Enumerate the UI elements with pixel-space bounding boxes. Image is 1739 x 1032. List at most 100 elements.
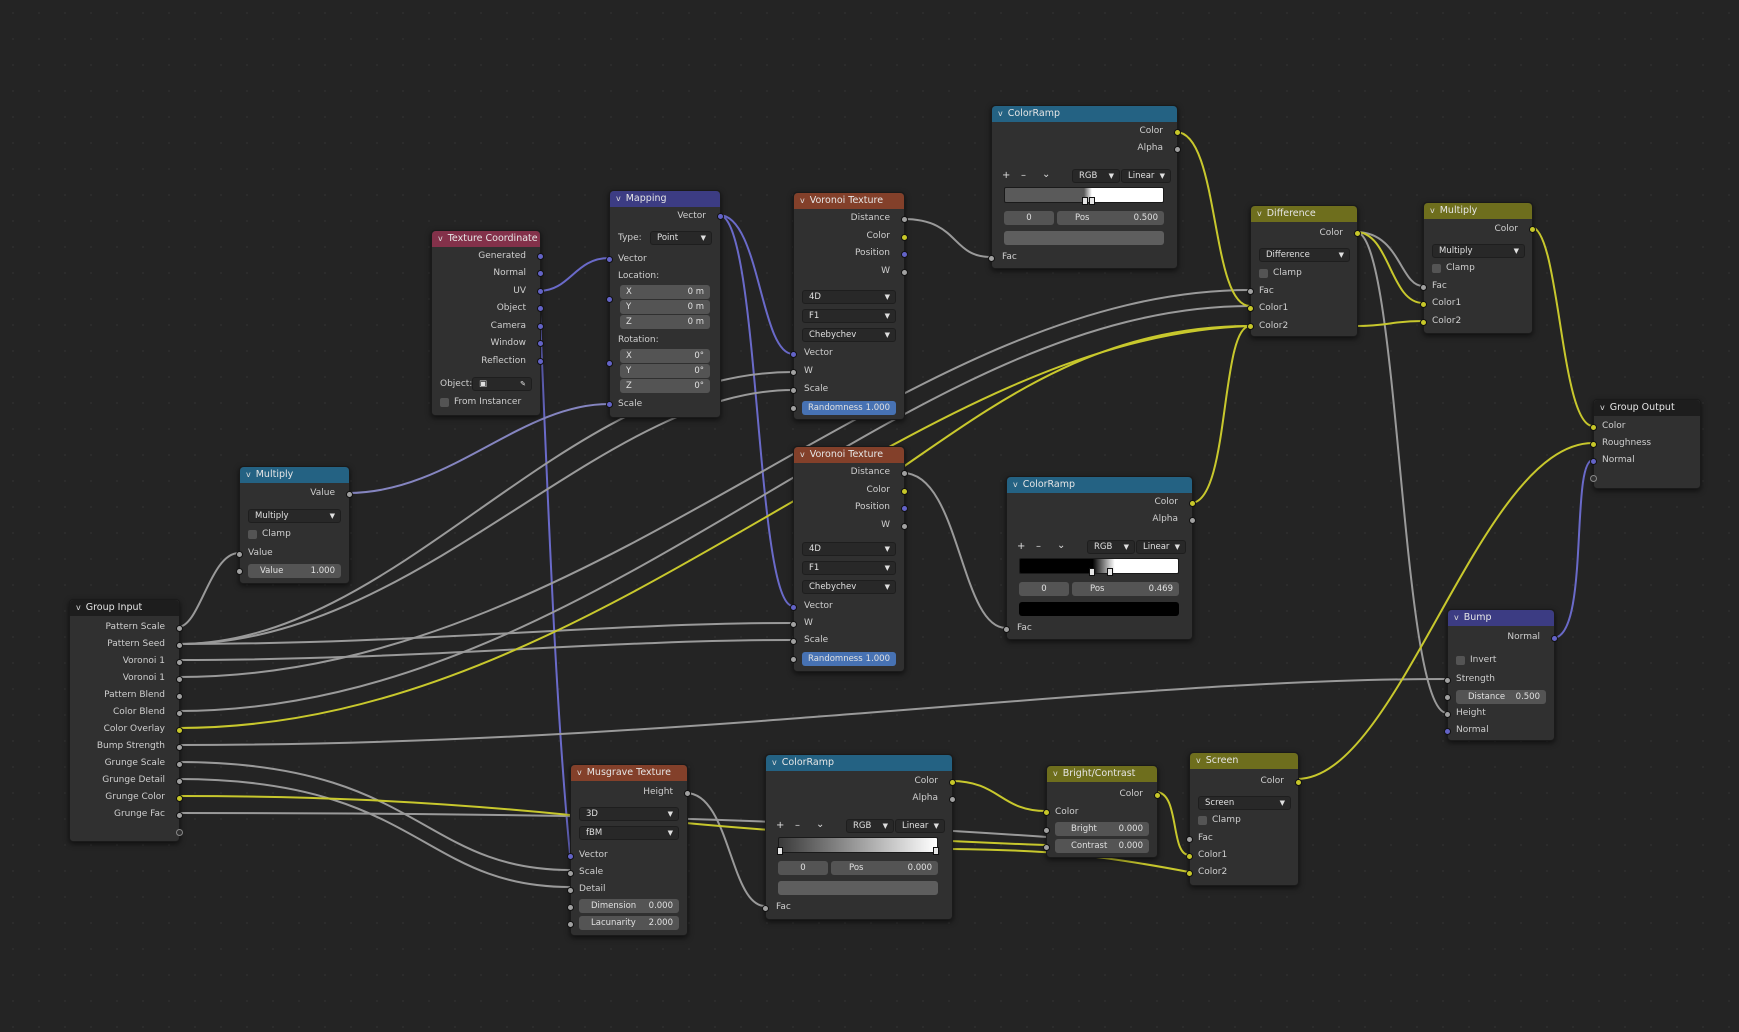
socket[interactable]: [537, 305, 544, 312]
socket[interactable]: [1247, 305, 1254, 312]
socket[interactable]: [1590, 424, 1597, 431]
remove-stop-icon[interactable]: –: [795, 820, 800, 831]
socket[interactable]: [567, 853, 574, 860]
interpolation-dropdown[interactable]: Linear ▼: [895, 819, 945, 833]
socket[interactable]: [567, 921, 574, 928]
socket[interactable]: [176, 795, 183, 802]
metric-dropdown[interactable]: Chebychev ▼: [802, 580, 896, 594]
socket[interactable]: [790, 638, 797, 645]
dimensions-dropdown[interactable]: 3D ▼: [579, 807, 679, 821]
socket[interactable]: [901, 470, 908, 477]
chevron-down-icon[interactable]: v: [1454, 613, 1459, 622]
socket[interactable]: [1295, 779, 1302, 786]
node-header[interactable]: v Mapping: [610, 191, 720, 207]
node-header[interactable]: v Voronoi Texture: [794, 447, 904, 463]
add-stop-icon[interactable]: +: [1002, 170, 1010, 181]
stop-color-swatch[interactable]: [1004, 231, 1164, 245]
node-header[interactable]: v Multiply: [1424, 203, 1532, 219]
node-multiply-mix[interactable]: v Multiply Color Multiply ▼ Clamp Fac Colo…: [1420, 202, 1536, 334]
socket[interactable]: [1444, 711, 1451, 718]
node-header[interactable]: v Multiply: [240, 467, 349, 483]
clamp-checkbox[interactable]: [1259, 269, 1268, 278]
socket[interactable]: [567, 904, 574, 911]
ramp-stop[interactable]: [1082, 197, 1088, 205]
socket[interactable]: [567, 887, 574, 894]
socket[interactable]: [1529, 226, 1536, 233]
socket[interactable]: [176, 642, 183, 649]
socket[interactable]: [1444, 677, 1451, 684]
node-musgrave-texture[interactable]: v Musgrave Texture Height 3D ▼ fBM ▼ Vector…: [567, 764, 691, 936]
empty-socket[interactable]: [1590, 475, 1597, 482]
interpolation-dropdown[interactable]: Linear ▼: [1121, 169, 1171, 183]
from-instancer-checkbox[interactable]: [440, 398, 449, 407]
contrast-field[interactable]: Contrast 0.000: [1055, 839, 1149, 853]
blend-mode-dropdown[interactable]: Screen ▼: [1198, 796, 1291, 810]
ramp-stop[interactable]: [1107, 568, 1113, 576]
socket[interactable]: [790, 656, 797, 663]
node-voronoi-texture-2[interactable]: v Voronoi Texture Distance Color Position…: [790, 446, 908, 672]
chevron-down-icon[interactable]: v: [616, 194, 621, 203]
feature-dropdown[interactable]: F1 ▼: [802, 309, 896, 323]
socket[interactable]: [606, 296, 613, 303]
socket[interactable]: [346, 491, 353, 498]
node-header[interactable]: v Voronoi Texture: [794, 193, 904, 209]
socket[interactable]: [901, 269, 908, 276]
rotation-x[interactable]: X 0°: [620, 349, 710, 363]
chevron-down-icon[interactable]: ⌄: [1042, 169, 1050, 180]
node-header[interactable]: v Musgrave Texture: [571, 765, 687, 781]
socket[interactable]: [790, 405, 797, 412]
socket[interactable]: [176, 625, 183, 632]
node-colorramp-top[interactable]: v ColorRamp Color Alpha + – ⌄ RGB ▼ Linear…: [988, 105, 1181, 269]
location-y[interactable]: Y 0 m: [620, 300, 710, 314]
socket[interactable]: [1590, 458, 1597, 465]
node-texture-coordinate[interactable]: v Texture Coordinate Generated Normal UV …: [431, 230, 544, 416]
color-mode-dropdown[interactable]: RGB ▼: [1087, 540, 1135, 554]
remove-stop-icon[interactable]: –: [1021, 170, 1026, 181]
rotation-z[interactable]: Z 0°: [620, 379, 710, 393]
node-screen[interactable]: v Screen Color Screen ▼ Clamp Fac Color1 C…: [1186, 752, 1302, 886]
randomness-field[interactable]: Randomness 1.000: [802, 401, 896, 415]
socket[interactable]: [176, 778, 183, 785]
ramp-stop[interactable]: [933, 847, 939, 855]
node-header[interactable]: v ColorRamp: [1007, 477, 1192, 493]
value-field[interactable]: Value 1.000: [248, 564, 341, 578]
socket[interactable]: [1043, 827, 1050, 834]
stop-index[interactable]: 0: [778, 861, 828, 875]
socket[interactable]: [901, 523, 908, 530]
color-mode-dropdown[interactable]: RGB ▼: [846, 819, 894, 833]
socket[interactable]: [1354, 230, 1361, 237]
node-header[interactable]: v Group Output: [1594, 400, 1700, 416]
blend-mode-dropdown[interactable]: Difference ▼: [1259, 248, 1350, 262]
color-ramp-gradient[interactable]: [1019, 558, 1179, 574]
socket[interactable]: [1590, 441, 1597, 448]
stop-index[interactable]: 0: [1004, 211, 1054, 225]
socket[interactable]: [1444, 728, 1451, 735]
socket[interactable]: [790, 351, 797, 358]
dimensions-dropdown[interactable]: 4D ▼: [802, 542, 896, 556]
socket[interactable]: [1247, 288, 1254, 295]
stop-color-swatch[interactable]: [1019, 602, 1179, 616]
socket[interactable]: [684, 790, 691, 797]
node-header[interactable]: v ColorRamp: [992, 106, 1177, 122]
clamp-checkbox[interactable]: [248, 530, 257, 539]
node-group-input[interactable]: v Group Input Pattern Scale Pattern Seed …: [69, 599, 183, 842]
node-mapping[interactable]: v Mapping Vector Type: Point ▼ Vector Loca…: [606, 190, 724, 418]
socket[interactable]: [1444, 694, 1451, 701]
socket[interactable]: [790, 621, 797, 628]
lacunarity-field[interactable]: Lacunarity 2.000: [579, 916, 679, 930]
socket[interactable]: [790, 387, 797, 394]
socket[interactable]: [901, 251, 908, 258]
location-z[interactable]: Z 0 m: [620, 315, 710, 329]
empty-socket[interactable]: [176, 829, 183, 836]
socket[interactable]: [790, 604, 797, 611]
node-header[interactable]: v Texture Coordinate: [432, 231, 540, 247]
chevron-down-icon[interactable]: v: [577, 768, 582, 777]
remove-stop-icon[interactable]: –: [1036, 541, 1041, 552]
rotation-y[interactable]: Y 0°: [620, 364, 710, 378]
chevron-down-icon[interactable]: v: [246, 470, 251, 479]
chevron-down-icon[interactable]: v: [1257, 209, 1262, 218]
socket[interactable]: [176, 676, 183, 683]
add-stop-icon[interactable]: +: [776, 820, 784, 831]
socket[interactable]: [1189, 517, 1196, 524]
socket[interactable]: [176, 710, 183, 717]
